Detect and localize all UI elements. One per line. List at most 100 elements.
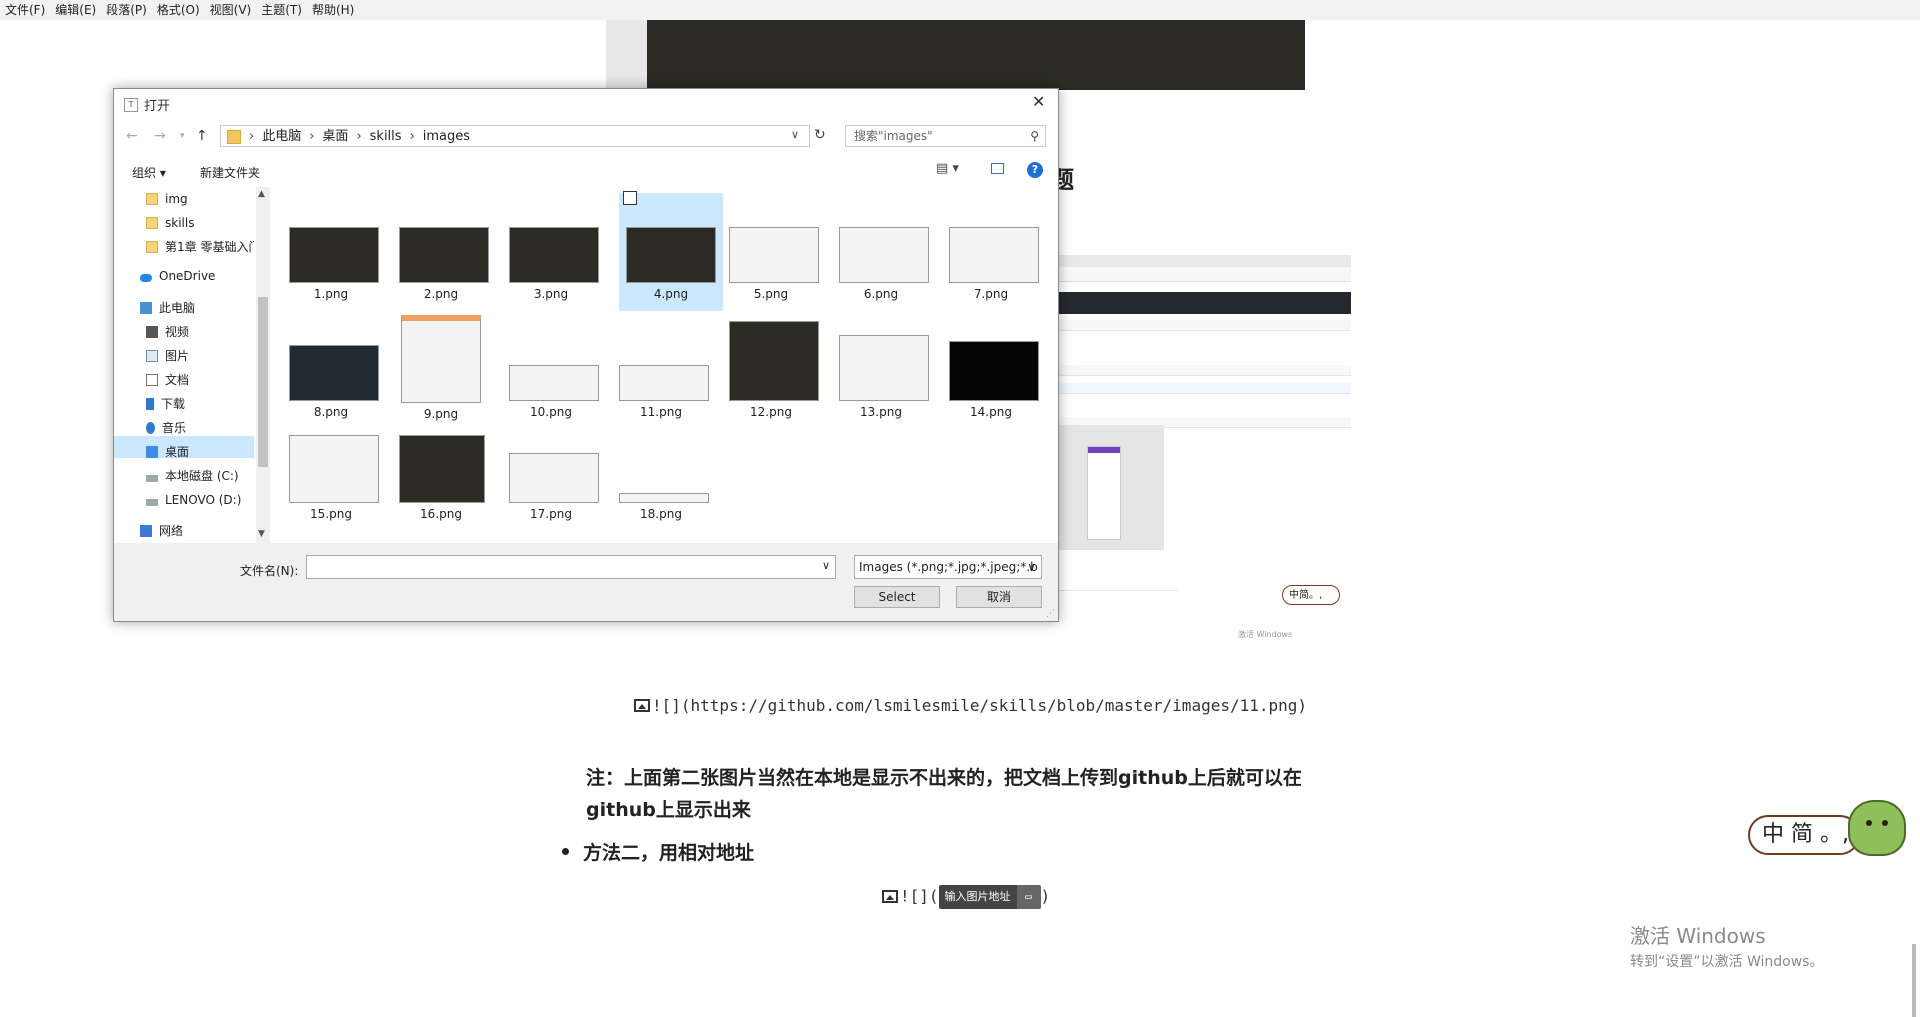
- new-folder-button[interactable]: 新建文件夹: [200, 164, 260, 181]
- search-input[interactable]: 搜索"images" ⚲: [845, 125, 1046, 147]
- folder-icon: [146, 217, 158, 229]
- preview-github-header: [1058, 292, 1351, 314]
- breadcrumb-desktop[interactable]: 桌面: [322, 129, 348, 144]
- sidebar-item-img[interactable]: img: [146, 188, 188, 210]
- change-view-icon[interactable]: ▤ ▾: [936, 161, 959, 176]
- address-bar[interactable]: › 此电脑 › 桌面 › skills › images ∨: [220, 125, 810, 147]
- organize-button[interactable]: 组织 ▾: [132, 164, 166, 181]
- scroll-up-icon[interactable]: ▲: [258, 189, 265, 199]
- disk-icon: [146, 475, 158, 482]
- menu-theme[interactable]: 主题(T): [256, 0, 307, 20]
- refresh-icon[interactable]: ↻: [814, 127, 826, 143]
- file-tile-17[interactable]: 17.png: [509, 453, 599, 521]
- breadcrumb: › 此电脑 › 桌面 › skills › images: [249, 129, 471, 144]
- desktop-icon: [146, 446, 158, 458]
- file-name: 11.png: [640, 405, 682, 419]
- menu-edit[interactable]: 编辑(E): [50, 0, 101, 20]
- breadcrumb-skills[interactable]: skills: [370, 129, 402, 144]
- file-thumbnail: [619, 493, 709, 503]
- select-button[interactable]: Select: [854, 586, 940, 608]
- download-icon: [146, 398, 154, 410]
- filetype-value: Images (*.png;*.jpg;*.jpeg;*.b: [859, 560, 1038, 574]
- sidebar-item-videos[interactable]: 视频: [146, 321, 189, 343]
- sidebar-item-network[interactable]: 网络: [140, 520, 183, 542]
- file-tile-10[interactable]: 10.png: [509, 365, 599, 419]
- preview-ime-badge: 中简。,: [1282, 585, 1340, 605]
- sidebar-item-onedrive[interactable]: OneDrive: [140, 265, 215, 287]
- file-name: 2.png: [423, 287, 459, 301]
- sidebar-item-this-pc[interactable]: 此电脑: [140, 297, 195, 319]
- back-arrow-icon[interactable]: ←: [126, 128, 138, 144]
- file-thumbnail: [626, 227, 716, 283]
- file-tile-1[interactable]: 1.png: [289, 227, 379, 301]
- dialog-titlebar[interactable]: T 打开 ✕: [114, 89, 1058, 119]
- dialog-footer: 文件名(N): ∨ Images (*.png;*.jpg;*.jpeg;*.b…: [114, 543, 1058, 621]
- file-tile-5[interactable]: 5.png: [729, 227, 819, 301]
- file-tile-6[interactable]: 6.png: [839, 227, 929, 301]
- markdown-image-suffix: ): [1040, 886, 1051, 906]
- sidebar-item-skills[interactable]: skills: [146, 212, 194, 234]
- menu-paragraph[interactable]: 段落(P): [101, 0, 152, 20]
- preview-pane-icon[interactable]: [991, 163, 1004, 174]
- cancel-button[interactable]: 取消: [956, 586, 1042, 608]
- file-tile-11[interactable]: 11.png: [619, 365, 709, 419]
- sidebar-item-drive-d[interactable]: LENOVO (D:): [146, 489, 241, 511]
- ime-status-widget[interactable]: 中 简 。,: [1748, 800, 1908, 860]
- filename-input[interactable]: ∨: [306, 555, 836, 579]
- sidebar-item-label: 第1章 零基础入门: [165, 240, 254, 254]
- sidebar-item-pictures[interactable]: 图片: [146, 345, 189, 367]
- sidebar-item-drive-c[interactable]: 本地磁盘 (C:): [146, 465, 239, 487]
- chevron-down-icon[interactable]: ∨: [822, 559, 830, 572]
- menu-help[interactable]: 帮助(H): [307, 0, 359, 20]
- ime-mode-text: 中 简 。,: [1748, 815, 1860, 855]
- resize-grip-icon[interactable]: ⋰: [1046, 609, 1055, 619]
- help-icon[interactable]: ?: [1027, 162, 1043, 178]
- sidebar-item-documents[interactable]: 文档: [146, 369, 189, 391]
- file-tile-2[interactable]: 2.png: [399, 227, 489, 301]
- scrollbar-thumb[interactable]: [258, 297, 268, 467]
- picture-icon: [146, 350, 158, 362]
- sidebar-item-chapter1[interactable]: 第1章 零基础入门: [146, 236, 254, 258]
- file-tile-9[interactable]: 9.png: [399, 315, 483, 421]
- editor-scrollbar[interactable]: [1912, 944, 1916, 1017]
- sidebar-item-music[interactable]: 音乐: [146, 417, 186, 439]
- file-thumbnail: [729, 321, 819, 401]
- sidebar-item-downloads[interactable]: 下载: [146, 393, 185, 415]
- markdown-image-link[interactable]: ![](https://github.com/lsmilesmile/skill…: [634, 696, 1307, 715]
- up-arrow-icon[interactable]: ↑: [196, 128, 208, 144]
- activate-subtitle: 转到“设置”以激活 Windows。: [1630, 954, 1824, 970]
- folder-icon: [146, 193, 158, 205]
- file-name: 4.png: [653, 287, 689, 301]
- selection-checkbox[interactable]: [623, 191, 637, 205]
- markdown-image-input-line[interactable]: ![](输入图片地址 ▭): [882, 885, 1050, 909]
- file-tile-12[interactable]: 12.png: [729, 321, 819, 419]
- file-tile-8[interactable]: 8.png: [289, 345, 379, 419]
- menu-format[interactable]: 格式(O): [152, 0, 205, 20]
- filetype-select[interactable]: Images (*.png;*.jpg;*.jpeg;*.b ∨: [854, 555, 1042, 579]
- file-tile-7[interactable]: 7.png: [949, 227, 1039, 301]
- file-tile-16[interactable]: 16.png: [399, 435, 485, 521]
- navigation-scrollbar[interactable]: ▲ ▼: [256, 187, 270, 543]
- menu-file[interactable]: 文件(F): [0, 0, 50, 20]
- browse-folder-icon[interactable]: ▭: [1016, 885, 1041, 909]
- file-tile-4[interactable]: 4.png: [619, 191, 723, 311]
- file-name: 3.png: [533, 287, 569, 301]
- close-icon[interactable]: ✕: [1032, 92, 1045, 111]
- breadcrumb-images[interactable]: images: [423, 129, 470, 144]
- forward-arrow-icon[interactable]: →: [154, 128, 166, 144]
- address-dropdown-icon[interactable]: ∨: [791, 128, 799, 141]
- recent-locations-chevron-icon[interactable]: ▾: [180, 131, 185, 141]
- file-tile-3[interactable]: 3.png: [509, 227, 599, 301]
- navigation-row: ← → ▾ ↑ › 此电脑 › 桌面 › skills › images ∨ ↻ 搜索"ima…: [114, 119, 1058, 155]
- sidebar-item-desktop[interactable]: 桌面: [146, 441, 189, 463]
- file-tile-18[interactable]: 18.png: [619, 493, 709, 521]
- menu-view[interactable]: 视图(V): [205, 0, 257, 20]
- file-tile-15[interactable]: 15.png: [289, 435, 379, 521]
- scroll-down-icon[interactable]: ▼: [258, 529, 265, 539]
- file-tile-14[interactable]: 14.png: [949, 341, 1039, 419]
- breadcrumb-pc[interactable]: 此电脑: [262, 129, 301, 144]
- image-path-tooltip[interactable]: 输入图片地址: [938, 885, 1017, 909]
- file-tile-13[interactable]: 13.png: [839, 335, 929, 419]
- ime-mascot-icon: [1848, 800, 1906, 856]
- file-name: 13.png: [860, 405, 902, 419]
